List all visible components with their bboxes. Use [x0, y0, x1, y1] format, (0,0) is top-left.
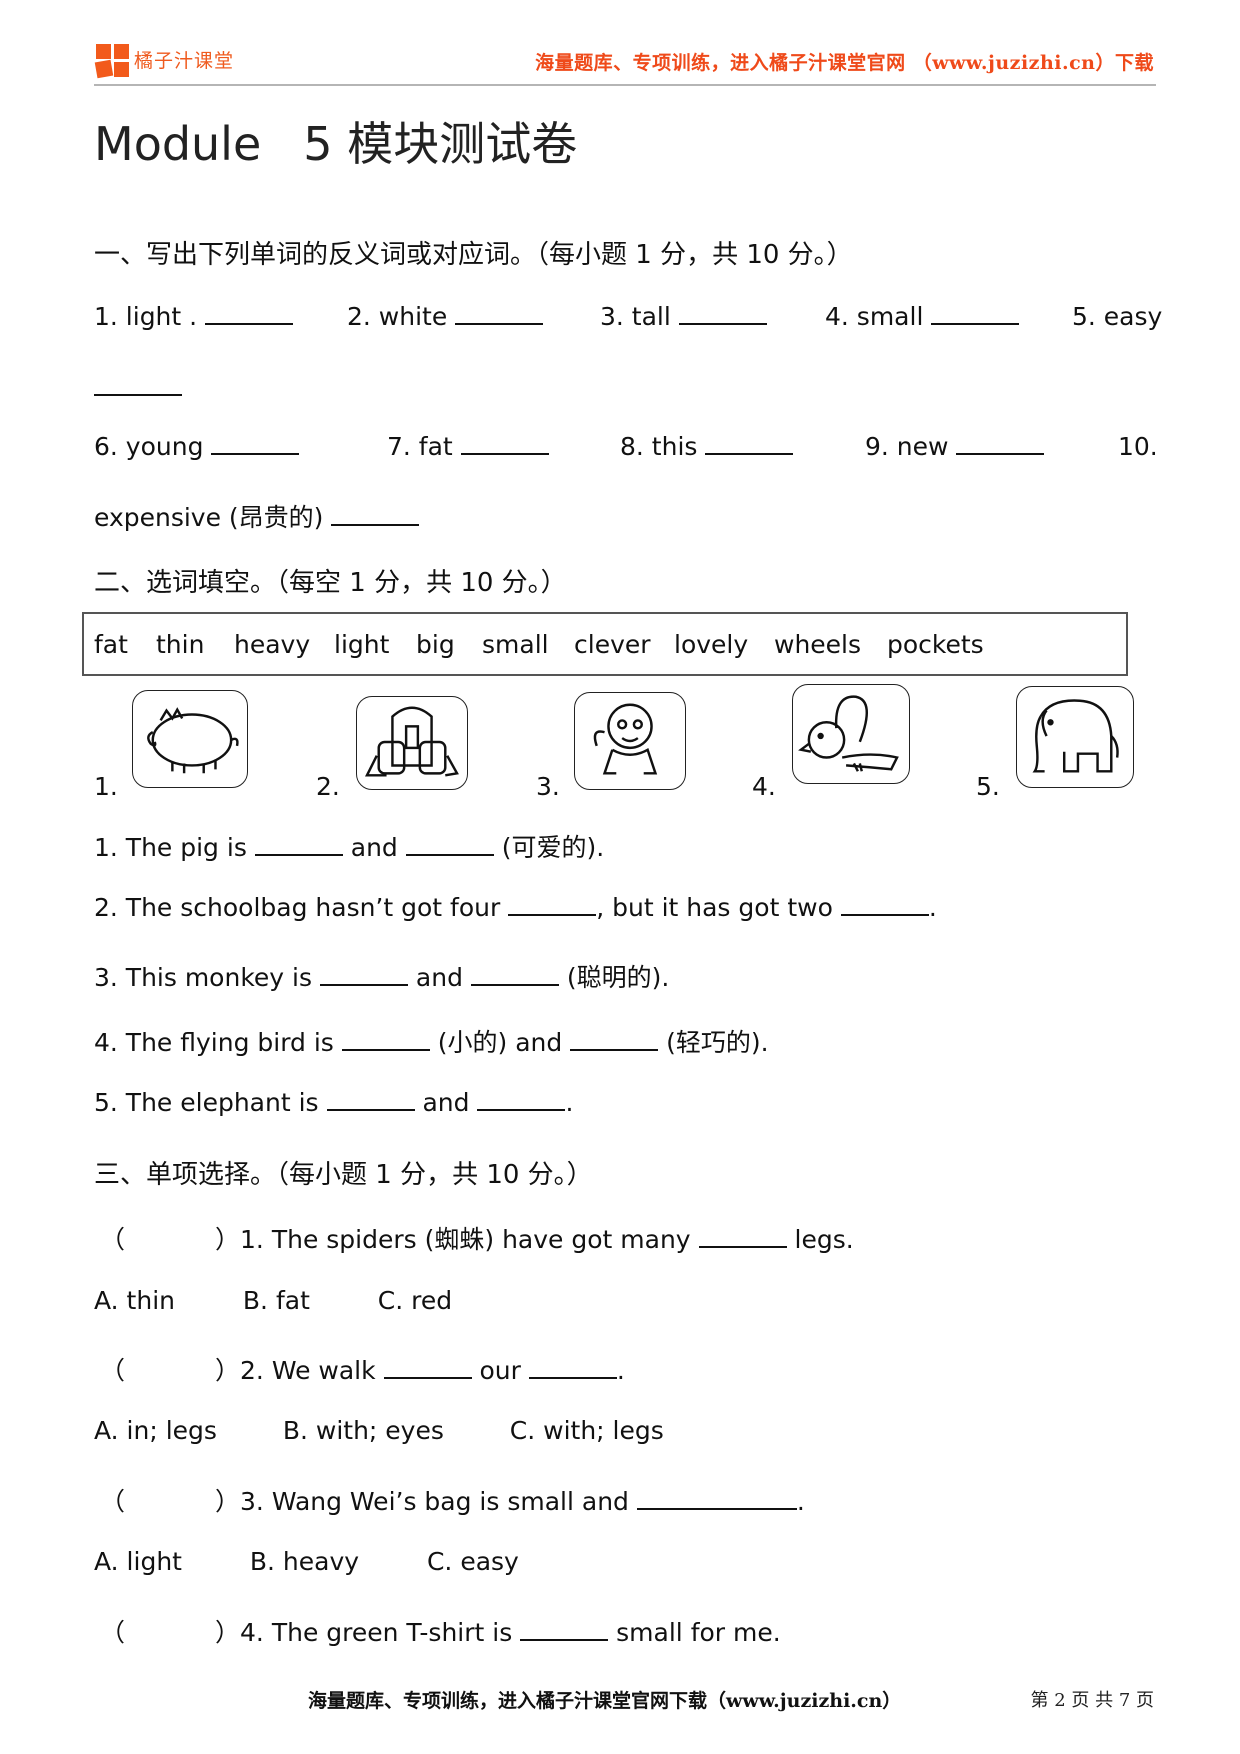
answer-paren-open[interactable]: （ [100, 1356, 125, 1385]
answer-blank[interactable] [678, 321, 767, 325]
s3-options-2: A. in; legs B. with; eyes C. with; legs [94, 1416, 664, 1445]
answer-blank[interactable] [326, 1107, 415, 1111]
answer-blank[interactable] [319, 982, 408, 986]
s1-item-5: 5. easy [1072, 302, 1163, 331]
word-bank-item: wheels [774, 630, 862, 659]
section1-heading: 一、写出下列单词的反义词或对应词。（每小题 1 分，共 10 分。） [94, 240, 853, 270]
s3-question-3: （）3. Wang Wei’s bag is small and . [100, 1487, 805, 1516]
word-bank-item: thin [156, 630, 205, 659]
picture-number: 5. [976, 772, 1000, 801]
s3-options-3: A. light B. heavy C. easy [94, 1547, 519, 1576]
answer-blank[interactable] [94, 394, 182, 396]
monkey-icon [574, 692, 686, 790]
section2-heading: 二、选词填空。（每空 1 分，共 10 分。） [94, 568, 567, 598]
page-title: Module 5 模块测试卷 [94, 108, 577, 174]
option-b[interactable]: B. with; eyes [283, 1416, 444, 1445]
page-number: 第 2 页 共 7 页 [1030, 1690, 1154, 1711]
s1-item-6: 6. young [94, 432, 300, 461]
answer-blank[interactable] [931, 321, 1020, 325]
picture-number: 1. [94, 772, 118, 801]
answer-blank[interactable] [840, 912, 929, 916]
s3-options-1: A. thin B. fat C. red [94, 1286, 452, 1315]
s1-item-9: 9. new [865, 432, 1045, 461]
title-number: 5 [303, 117, 333, 171]
answer-blank[interactable] [254, 852, 343, 856]
answer-blank[interactable] [341, 1047, 430, 1051]
word-bank-item: clever [574, 630, 651, 659]
s2-sentence-5: 5. The elephant is and . [94, 1088, 574, 1117]
answer-blank[interactable] [698, 1244, 787, 1248]
answer-blank[interactable] [470, 982, 559, 986]
option-c[interactable]: C. with; legs [510, 1416, 664, 1445]
option-b[interactable]: B. fat [243, 1286, 310, 1315]
picture-number: 3. [536, 772, 560, 801]
option-a[interactable]: A. light [94, 1547, 182, 1576]
picture-number: 4. [752, 772, 776, 801]
answer-paren-open[interactable]: （ [100, 1618, 125, 1647]
answer-blank[interactable] [205, 321, 294, 325]
word-bank-item: fat [94, 630, 128, 659]
footer-promo-link[interactable]: 海量题库、专项训练，进入橘子汁课堂官网下载（www.juzizhi.cn） [308, 1686, 901, 1713]
elephant-icon [1016, 686, 1134, 788]
answer-blank[interactable] [705, 451, 794, 455]
answer-blank[interactable] [383, 1375, 472, 1379]
header-divider [94, 84, 1156, 86]
brand-name: 橘子汁课堂 [134, 50, 235, 72]
answer-paren-open[interactable]: （ [100, 1225, 125, 1254]
title-module: Module [94, 117, 262, 171]
word-bank-box: fat thin heavy light big small clever lo… [82, 612, 1128, 676]
s1-item-4: 4. small [825, 302, 1020, 331]
s1-item-8: 8. this [620, 432, 794, 461]
answer-blank[interactable] [570, 1047, 659, 1051]
answer-blank[interactable] [636, 1506, 797, 1510]
answer-blank[interactable] [477, 1107, 566, 1111]
option-b[interactable]: B. heavy [250, 1547, 359, 1576]
answer-paren-open[interactable]: （ [100, 1487, 125, 1516]
s1-item-10: 10. [1118, 432, 1158, 461]
word-bank-item: pockets [887, 630, 984, 659]
s1-item-7: 7. fat [387, 432, 549, 461]
s3-question-2: （）2. We walk our . [100, 1356, 625, 1385]
s1-item-10-cont: expensive (昂贵的) [94, 498, 420, 534]
answer-blank[interactable] [211, 451, 300, 455]
schoolbag-icon [356, 696, 468, 790]
section3-heading: 三、单项选择。（每小题 1 分，共 10 分。） [94, 1160, 593, 1190]
header-promo-link[interactable]: 海量题库、专项训练，进入橘子汁课堂官网 （www.juzizhi.cn）下载 [535, 48, 1154, 75]
answer-blank[interactable] [455, 321, 544, 325]
picture-number: 2. [316, 772, 340, 801]
s1-item-3: 3. tall [600, 302, 767, 331]
answer-blank[interactable] [520, 1637, 609, 1641]
word-bank-item: heavy [234, 630, 311, 659]
word-bank-item: big [416, 630, 455, 659]
s1-item-1: 1. light . [94, 302, 294, 331]
answer-blank[interactable] [460, 451, 549, 455]
title-cn: 模块测试卷 [347, 117, 578, 171]
s2-sentence-2: 2. The schoolbag hasn’t got four , but i… [94, 893, 937, 922]
pig-icon [132, 690, 248, 788]
word-bank-item: small [482, 630, 549, 659]
answer-blank[interactable] [508, 912, 597, 916]
s1-item-2: 2. white [347, 302, 544, 331]
option-a[interactable]: A. thin [94, 1286, 175, 1315]
option-c[interactable]: C. red [378, 1286, 452, 1315]
answer-blank[interactable] [956, 451, 1045, 455]
answer-blank[interactable] [528, 1375, 617, 1379]
answer-blank[interactable] [331, 522, 420, 526]
s2-sentence-4: 4. The flying bird is (小的) and (轻巧的). [94, 1028, 769, 1057]
s2-sentence-1: 1. The pig is and (可爱的). [94, 833, 605, 862]
word-bank-item: lovely [674, 630, 749, 659]
word-bank-item: light [334, 630, 390, 659]
answer-blank[interactable] [405, 852, 494, 856]
bird-icon [792, 684, 910, 784]
s3-question-1: （）1. The spiders (蜘蛛) have got many legs… [100, 1225, 854, 1254]
option-a[interactable]: A. in; legs [94, 1416, 217, 1445]
s2-sentence-3: 3. This monkey is and (聪明的). [94, 963, 670, 992]
option-c[interactable]: C. easy [427, 1547, 519, 1576]
brand-logo-icon [94, 44, 130, 79]
s3-question-4: （）4. The green T-shirt is small for me. [100, 1618, 781, 1647]
